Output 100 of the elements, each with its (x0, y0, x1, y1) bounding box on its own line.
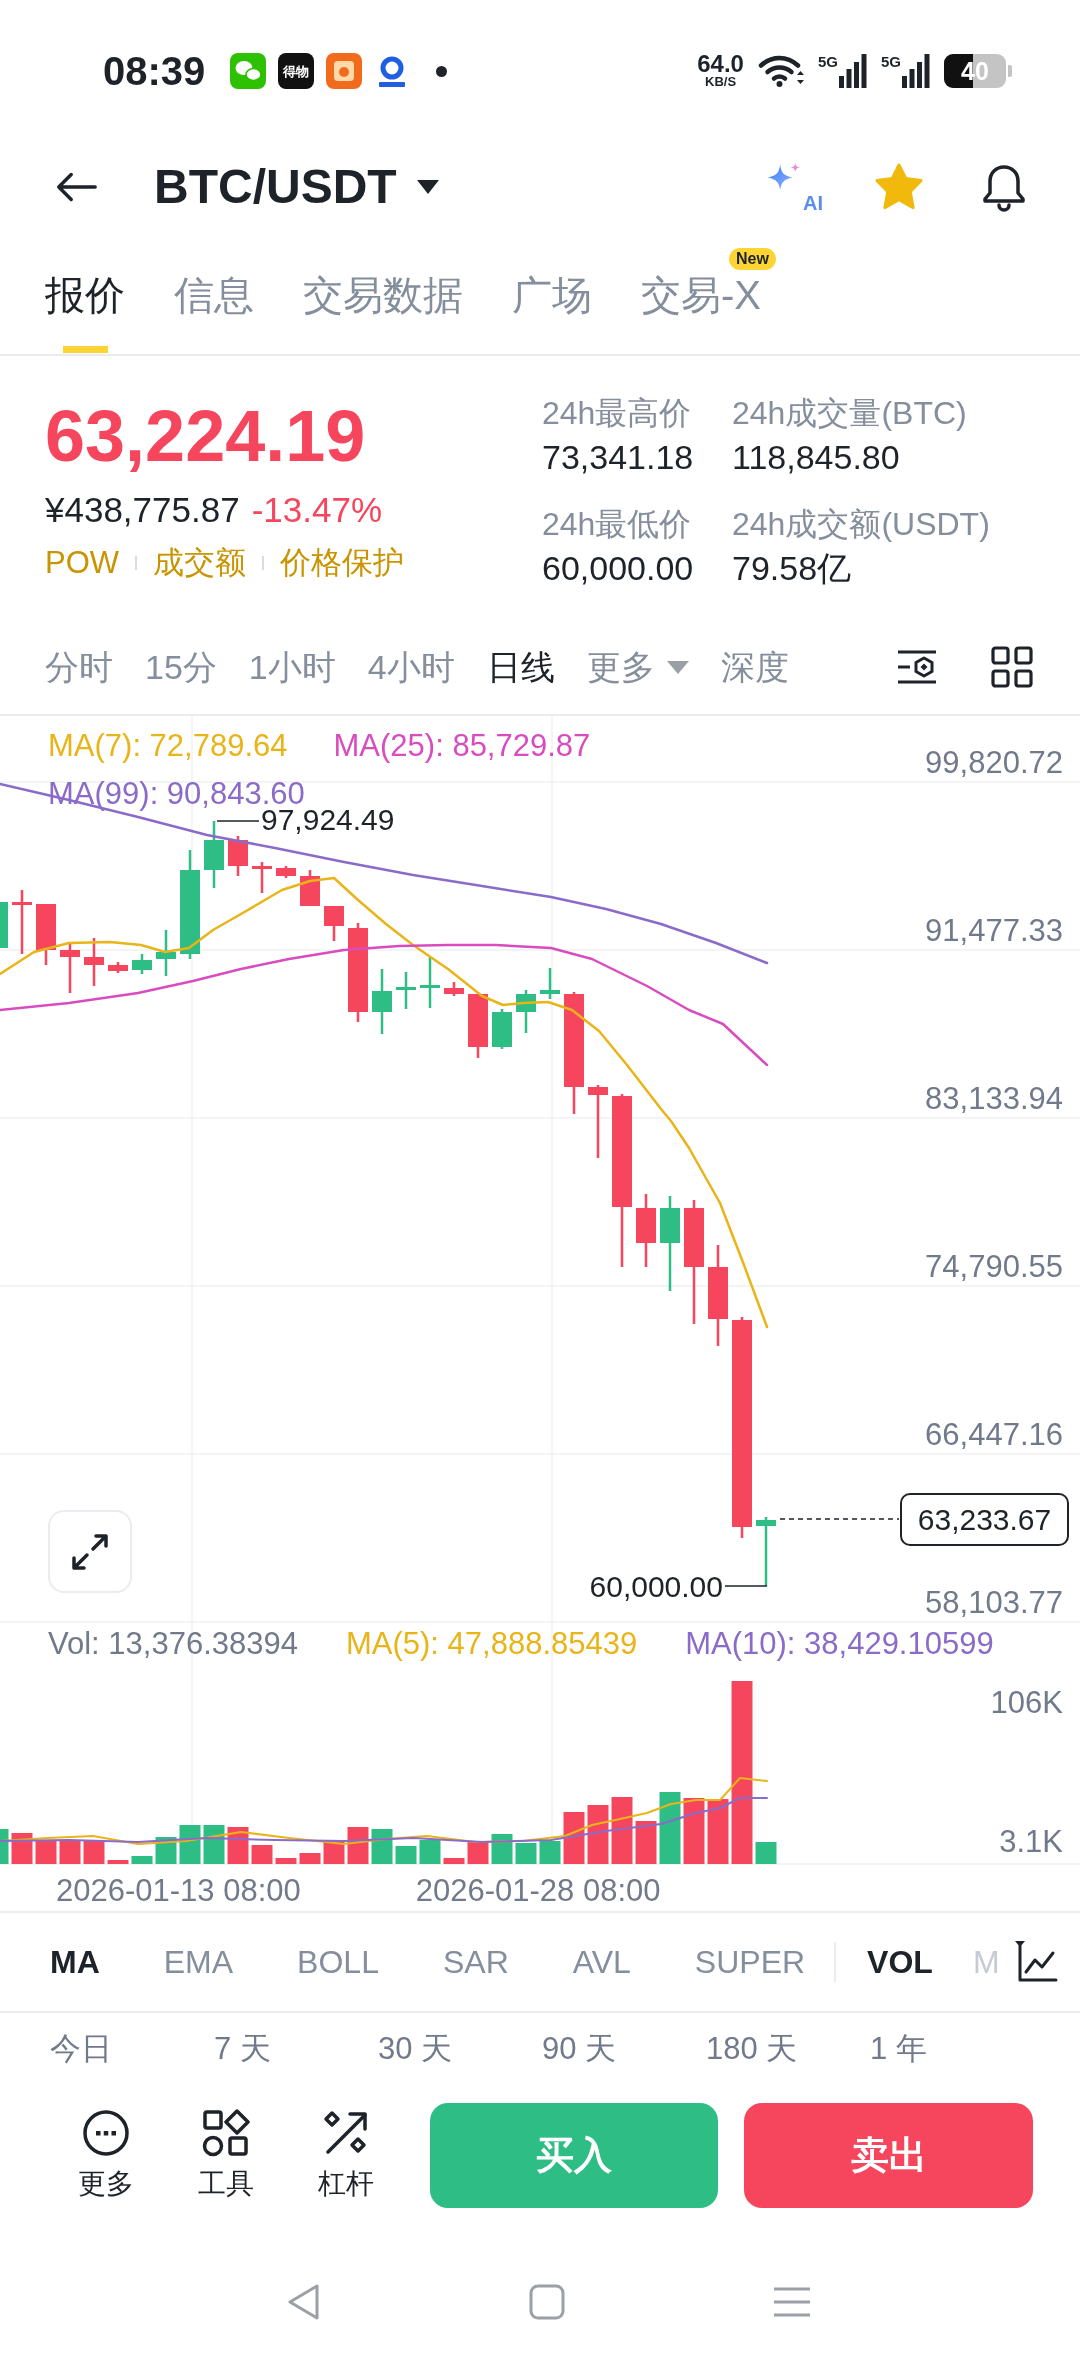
tag-link[interactable]: 成交额 (153, 543, 247, 583)
tab-indicator (62, 346, 108, 353)
volume-bar (443, 1858, 465, 1864)
candle (108, 962, 128, 973)
volume-axis-label: 3.1K (999, 1826, 1063, 1858)
toolbar-button[interactable]: 杠杆 (296, 2103, 396, 2201)
volume-legend: MA(10): 38,429.10599 (685, 1624, 994, 1664)
volume-bar (611, 1797, 633, 1864)
indicator-tab[interactable]: BOLL (297, 1946, 379, 1978)
interval-tab[interactable]: 4小时 (367, 650, 455, 684)
interval-tab[interactable]: 1小时 (248, 650, 336, 684)
price-axis-label: 83,133.94 (925, 1083, 1063, 1115)
tab[interactable]: 报价 (45, 275, 125, 315)
nav-menu-icon[interactable] (773, 2286, 811, 2317)
candle (540, 968, 560, 999)
volume-bar (635, 1821, 657, 1864)
toolbar-button[interactable]: 工具 (176, 2103, 276, 2201)
volume-legend: MA(5): 47,888.85439 (345, 1624, 638, 1664)
price-change: -13.47% (251, 490, 382, 530)
candle (444, 982, 464, 996)
app-icon-label: 得物 (283, 64, 310, 78)
caret-icon (416, 180, 439, 194)
stat-value: 73,341.18 (542, 437, 695, 477)
ma-legend: MA(25): 85,729.87 (333, 726, 591, 766)
wifi-icon (757, 53, 804, 89)
price-axis-label: 91,477.33 (925, 915, 1063, 947)
indicator-tab[interactable]: EMA (163, 1946, 234, 1978)
volume-bar (0, 1829, 9, 1864)
shapes-grid-icon (202, 2109, 250, 2157)
stat-value: 118,845.80 (732, 437, 901, 477)
candle (300, 870, 320, 906)
tab[interactable]: 交易数据 (303, 275, 463, 315)
grid-icon[interactable] (991, 646, 1033, 688)
volume-bar (83, 1840, 105, 1864)
candle (36, 904, 56, 965)
volume-bar (107, 1860, 129, 1864)
period-option[interactable]: 7 天 (214, 2032, 271, 2064)
envelope-app-icon (326, 53, 363, 89)
period-option[interactable]: 90 天 (542, 2032, 617, 2064)
buy-button[interactable]: 买入 (430, 2103, 718, 2208)
ma-legend: MA(7): 72,789.64 (48, 726, 288, 766)
last-price: 63,224.19 (45, 396, 367, 476)
candle (492, 1009, 512, 1049)
volume-bar (563, 1812, 585, 1864)
network-type-label: 5G (881, 54, 901, 69)
indicator-tab[interactable]: MA (50, 1946, 100, 1978)
network-speed: 64.0 (697, 53, 744, 75)
candle (396, 972, 416, 1009)
candle (12, 890, 32, 954)
volume-bar (131, 1856, 153, 1864)
period-option[interactable]: 30 天 (378, 2032, 453, 2064)
candle (324, 906, 344, 941)
sell-button[interactable]: 卖出 (744, 2103, 1033, 2208)
expand-button[interactable] (48, 1510, 132, 1593)
candle (0, 902, 8, 948)
signal-icon (839, 54, 867, 88)
volume-bar (491, 1834, 513, 1864)
date-axis-label: 2026-01-13 08:00 (56, 1873, 301, 1909)
indicator-tab[interactable]: SUPER (694, 1946, 806, 1978)
candle (276, 866, 296, 878)
candle (60, 943, 80, 993)
volume-bar (707, 1799, 729, 1864)
volume-bar (275, 1858, 297, 1864)
nav-home-icon[interactable] (529, 2283, 565, 2320)
tab[interactable]: 信息 (174, 275, 254, 315)
low-price-label: 60,000.00 (589, 1569, 723, 1605)
tag-link[interactable]: POW (45, 543, 120, 583)
ai-assistant-button[interactable]: AI (765, 161, 823, 213)
new-badge: New (729, 248, 776, 270)
more-icon (82, 2109, 130, 2157)
interval-tab[interactable]: 深度 (720, 650, 789, 684)
interval-tab[interactable]: 日线 (486, 650, 555, 684)
indicator-tab[interactable]: VOL (867, 1946, 933, 1978)
date-axis-label: 2026-01-28 08:00 (415, 1873, 661, 1909)
period-option[interactable]: 1 年 (870, 2032, 927, 2064)
volume-bar (467, 1841, 489, 1864)
volume-bar (539, 1841, 561, 1864)
volume-bar (299, 1853, 321, 1864)
interval-tab[interactable]: 分时 (45, 650, 113, 684)
interval-tab[interactable]: 15分 (145, 650, 217, 684)
toolbar-button[interactable]: 更多 (56, 2103, 156, 2201)
candle (252, 862, 272, 893)
candle (756, 1517, 776, 1586)
indicator-tab[interactable]: AVL (572, 1946, 631, 1978)
tag-link[interactable]: 价格保护 (280, 543, 405, 583)
interval-tab[interactable]: 更多 (586, 650, 689, 684)
indicator-tab[interactable]: SAR (442, 1946, 509, 1978)
price-axis-label: 99,820.72 (925, 747, 1063, 779)
pair-selector[interactable]: BTC/USDT (154, 163, 439, 211)
leader-line (216, 820, 260, 822)
stat-label: 24h最低价 (542, 505, 693, 544)
volume-bar (419, 1840, 441, 1864)
line-chart-icon[interactable] (1014, 1940, 1058, 1984)
tab[interactable]: 广场 (512, 275, 592, 315)
period-option[interactable]: 今日 (50, 2032, 112, 2064)
tab[interactable]: 交易-X (641, 275, 761, 315)
notification-dot-icon (436, 65, 448, 77)
volume-legend: Vol: 13,376.38394 (48, 1624, 298, 1664)
signal-icon (902, 54, 930, 88)
period-option[interactable]: 180 天 (706, 2032, 798, 2064)
